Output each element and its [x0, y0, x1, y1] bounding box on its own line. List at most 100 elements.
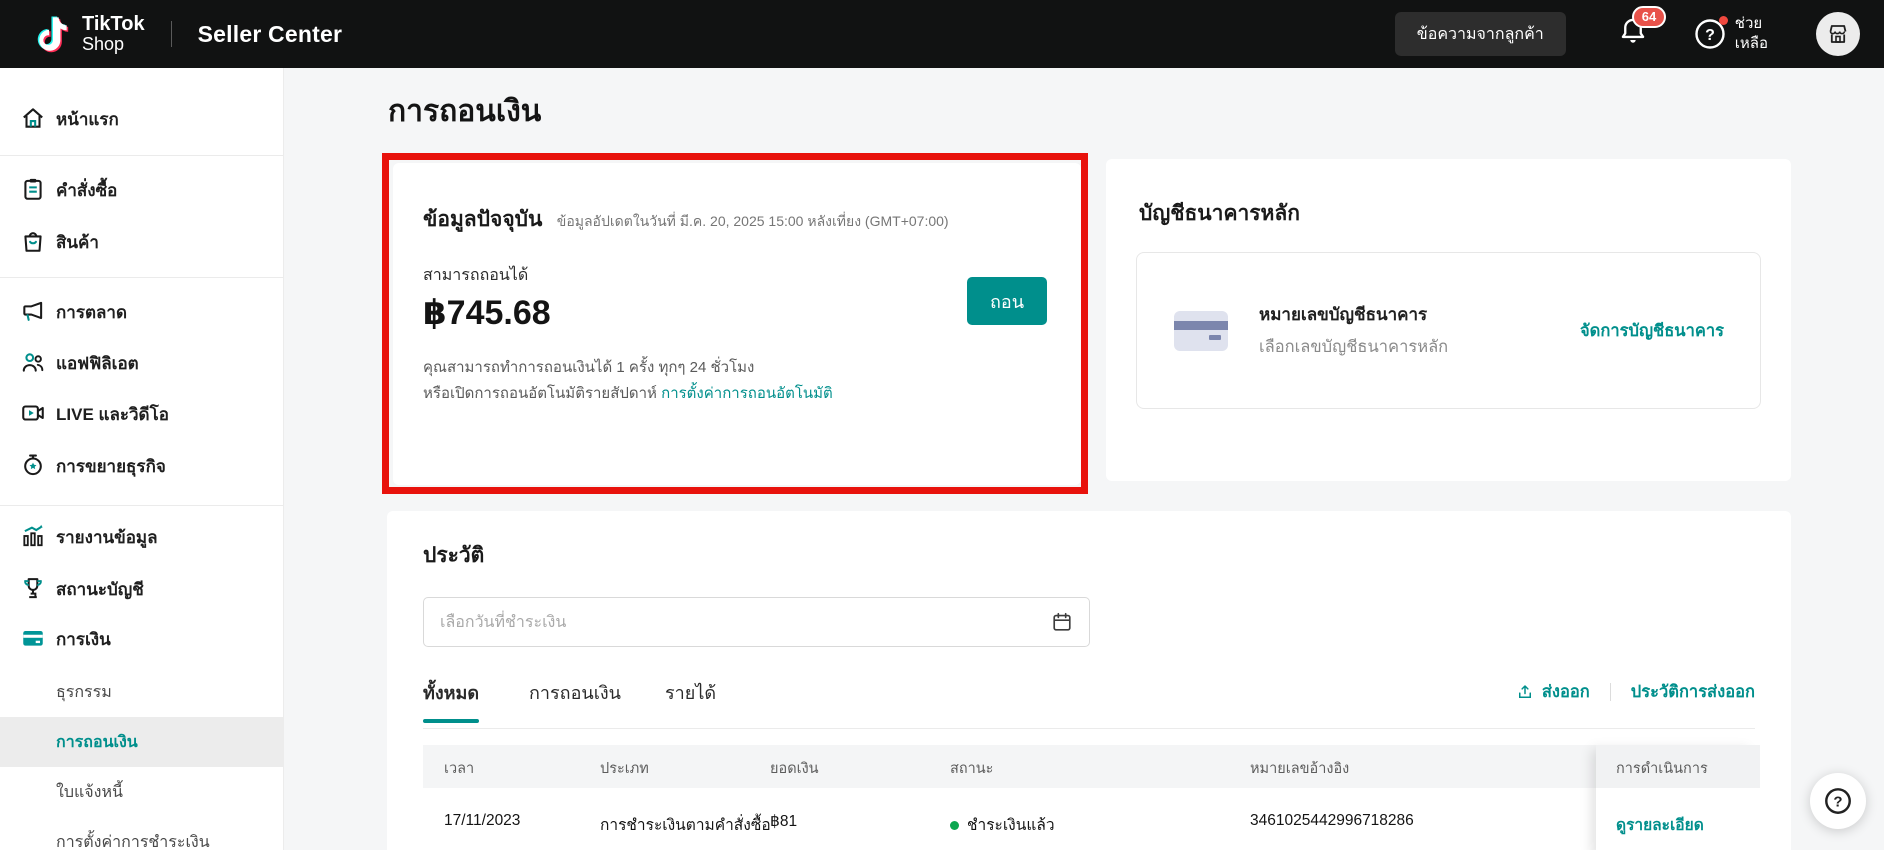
history-card: ประวัติ เลือกวันที่ชำระเงิน ทั้งหมด การถ…	[387, 511, 1791, 850]
floating-help-button[interactable]: ?	[1810, 773, 1866, 829]
credit-card-icon	[1174, 310, 1228, 351]
help-button[interactable]: ? ช่วย เหลือ	[1694, 14, 1768, 54]
help-label: ช่วย เหลือ	[1734, 15, 1768, 52]
brand-text: TikTok Shop	[82, 14, 145, 54]
sidebar-divider	[0, 505, 283, 506]
table-header: เวลา ประเภท ยอดเงิน สถานะ หมายเลขอ้างอิง	[423, 745, 1596, 788]
sidebar-item-orders[interactable]: คำสั่งซื้อ	[0, 164, 284, 214]
product-name: Seller Center	[197, 20, 343, 47]
view-details-link[interactable]: ดูรายละเอียด	[1616, 817, 1704, 834]
sidebar-item-finance[interactable]: การเงิน	[0, 613, 284, 663]
sidebar-label: LIVE และวิดีโอ	[56, 405, 169, 424]
history-title: ประวัติ	[423, 544, 485, 567]
bank-account-box: หมายเลขบัญชีธนาคาร เลือกเลขบัญชีธนาคารหล…	[1136, 252, 1761, 409]
tab-all[interactable]: ทั้งหมด	[423, 678, 480, 723]
sidebar-label: การตลาด	[56, 303, 128, 322]
sidebar-item-withdrawal[interactable]: การถอนเงิน	[0, 717, 284, 767]
export-history-link[interactable]: ประวัติการส่งออก	[1631, 679, 1755, 705]
bank-account-card: บัญชีธนาคารหลัก หมายเลขบัญชีธนาคาร เลือก…	[1106, 159, 1791, 481]
home-icon	[23, 108, 43, 128]
sidebar-item-live-video[interactable]: LIVE และวิดีโอ	[0, 388, 284, 438]
floating-question-icon: ?	[1825, 788, 1851, 814]
withdraw-note-line1: คุณสามารถทำการถอนเงินได้ 1 ครั้ง ทุกๆ 24…	[423, 359, 755, 376]
notification-count-badge: 64	[1631, 5, 1667, 28]
col-time: เวลา	[444, 761, 475, 777]
table-row: 17/11/2023 การชำระเงินตามคำสั่งซื้อ ฿81 …	[423, 788, 1596, 850]
export-area: ส่งออก ประวัติการส่งออก	[1516, 679, 1755, 705]
seller-center-app: TikTok Shop Seller Center ข้อความจากลูกค…	[0, 0, 1884, 850]
tab-income[interactable]: รายได้	[665, 678, 716, 723]
tiktok-shop-logo[interactable]: TikTok Shop	[34, 12, 145, 56]
table-action-column: การดำเนินการ ดูรายละเอียด	[1596, 745, 1760, 850]
bank-account-number-label: หมายเลขบัญชีธนาคาร	[1259, 305, 1428, 324]
sidebar-label: การเงิน	[56, 630, 111, 649]
brand-bottom: Shop	[82, 34, 125, 55]
sidebar-item-invoice[interactable]: ใบแจ้งหนี้	[0, 767, 284, 817]
sidebar-item-affiliate[interactable]: แอฟฟิลิเอต	[0, 337, 284, 387]
products-bag-icon	[24, 232, 42, 252]
sidebar-item-marketing[interactable]: การตลาด	[0, 286, 284, 336]
header-divider	[170, 21, 172, 47]
customer-messages-button[interactable]: ข้อความจากลูกค้า	[1394, 12, 1566, 56]
sidebar-label: คำสั่งซื้อ	[56, 181, 118, 200]
tab-withdrawal[interactable]: การถอนเงิน	[529, 678, 621, 723]
sidebar-item-account-health[interactable]: สถานะบัญชี	[0, 563, 284, 613]
cell-status: ชำระเงินแล้ว	[950, 812, 1055, 837]
sidebar-label: สินค้า	[56, 233, 99, 252]
cell-amount: ฿81	[770, 813, 798, 830]
header-actions: ข้อความจากลูกค้า 64 ? ช่วย เหลือ	[1394, 5, 1860, 56]
withdraw-note-line2: หรือเปิดการถอนอัตโนมัติรายสัปดาห์ การตั้…	[423, 385, 833, 402]
export-button[interactable]: ส่งออก	[1516, 679, 1590, 705]
sidebar-item-home[interactable]: หน้าแรก	[0, 93, 284, 143]
sidebar-item-transactions[interactable]: ธุรกรรม	[0, 667, 284, 717]
sidebar-item-payment-settings[interactable]: การตั้งค่าการชำระเงิน	[0, 817, 284, 850]
available-label: สามารถถอนได้	[423, 267, 529, 284]
svg-text:?: ?	[1833, 794, 1842, 811]
col-status: สถานะ	[950, 761, 994, 777]
page-title: การถอนเงิน	[388, 95, 542, 128]
sidebar-label: รายงานข้อมูล	[56, 528, 158, 547]
notifications-button[interactable]: 64	[1618, 5, 1667, 53]
sidebar-sub-label: ธุรกรรม	[56, 684, 112, 701]
help-alert-dot	[1718, 16, 1728, 25]
shop-account-button[interactable]	[1816, 12, 1860, 56]
sidebar-sub-label: การถอนเงิน	[56, 734, 138, 751]
col-type: ประเภท	[600, 761, 649, 777]
auto-withdraw-settings-link[interactable]: การตั้งค่าการถอนอัตโนมัติ	[661, 385, 833, 402]
sidebar-label: แอฟฟิลิเอต	[56, 354, 139, 373]
bank-account-hint: เลือกเลขบัญชีธนาคารหลัก	[1259, 338, 1449, 356]
sidebar-divider	[0, 155, 283, 156]
megaphone-icon	[23, 301, 43, 321]
svg-text:?: ?	[1705, 27, 1715, 44]
col-reference: หมายเลขอ้างอิง	[1250, 761, 1350, 777]
growth-stopwatch-icon	[24, 454, 42, 476]
payment-date-picker[interactable]: เลือกวันที่ชำระเงิน	[423, 597, 1090, 647]
sidebar-label: หน้าแรก	[56, 110, 119, 129]
sidebar-item-products[interactable]: สินค้า	[0, 216, 284, 266]
cell-type: การชำระเงินตามคำสั่งซื้อ	[600, 817, 771, 834]
withdraw-notes: คุณสามารถทำการถอนเงินได้ 1 ครั้ง ทุกๆ 24…	[423, 355, 833, 407]
live-video-icon	[22, 405, 44, 421]
col-action: การดำเนินการ	[1596, 745, 1760, 788]
export-separator	[1609, 683, 1611, 701]
affiliate-people-icon	[22, 353, 44, 372]
col-amount: ยอดเงิน	[770, 761, 819, 777]
bar-chart-icon	[23, 524, 43, 547]
manage-bank-account-link[interactable]: จัดการบัญชีธนาคาร	[1580, 318, 1724, 344]
available-amount: ฿745.68	[423, 294, 551, 332]
trophy-icon	[24, 578, 42, 599]
sidebar-label: สถานะบัญชี	[56, 580, 144, 599]
sidebar-item-growth[interactable]: การขยายธุรกิจ	[0, 440, 284, 490]
withdraw-button[interactable]: ถอน	[967, 277, 1047, 325]
updated-timestamp: ข้อมูลอัปเดตในวันที่ มี.ค. 20, 2025 15:0…	[556, 213, 949, 229]
tiktok-note-icon	[37, 16, 69, 53]
sidebar-label: การขยายธุรกิจ	[56, 457, 166, 476]
sidebar-item-data-reports[interactable]: รายงานข้อมูล	[0, 511, 284, 561]
sidebar-sub-label: การตั้งค่าการชำระเงิน	[56, 834, 210, 850]
status-paid-dot	[950, 821, 959, 830]
current-info-card: ข้อมูลปัจจุบัน ข้อมูลอัปเดตในวันที่ มี.ค…	[393, 163, 1081, 485]
bank-card-title: บัญชีธนาคารหลัก	[1139, 202, 1300, 225]
top-header: TikTok Shop Seller Center ข้อความจากลูกค…	[0, 0, 1884, 68]
export-icon	[1518, 685, 1531, 698]
cell-reference: 3461025442996718286	[1250, 812, 1414, 829]
